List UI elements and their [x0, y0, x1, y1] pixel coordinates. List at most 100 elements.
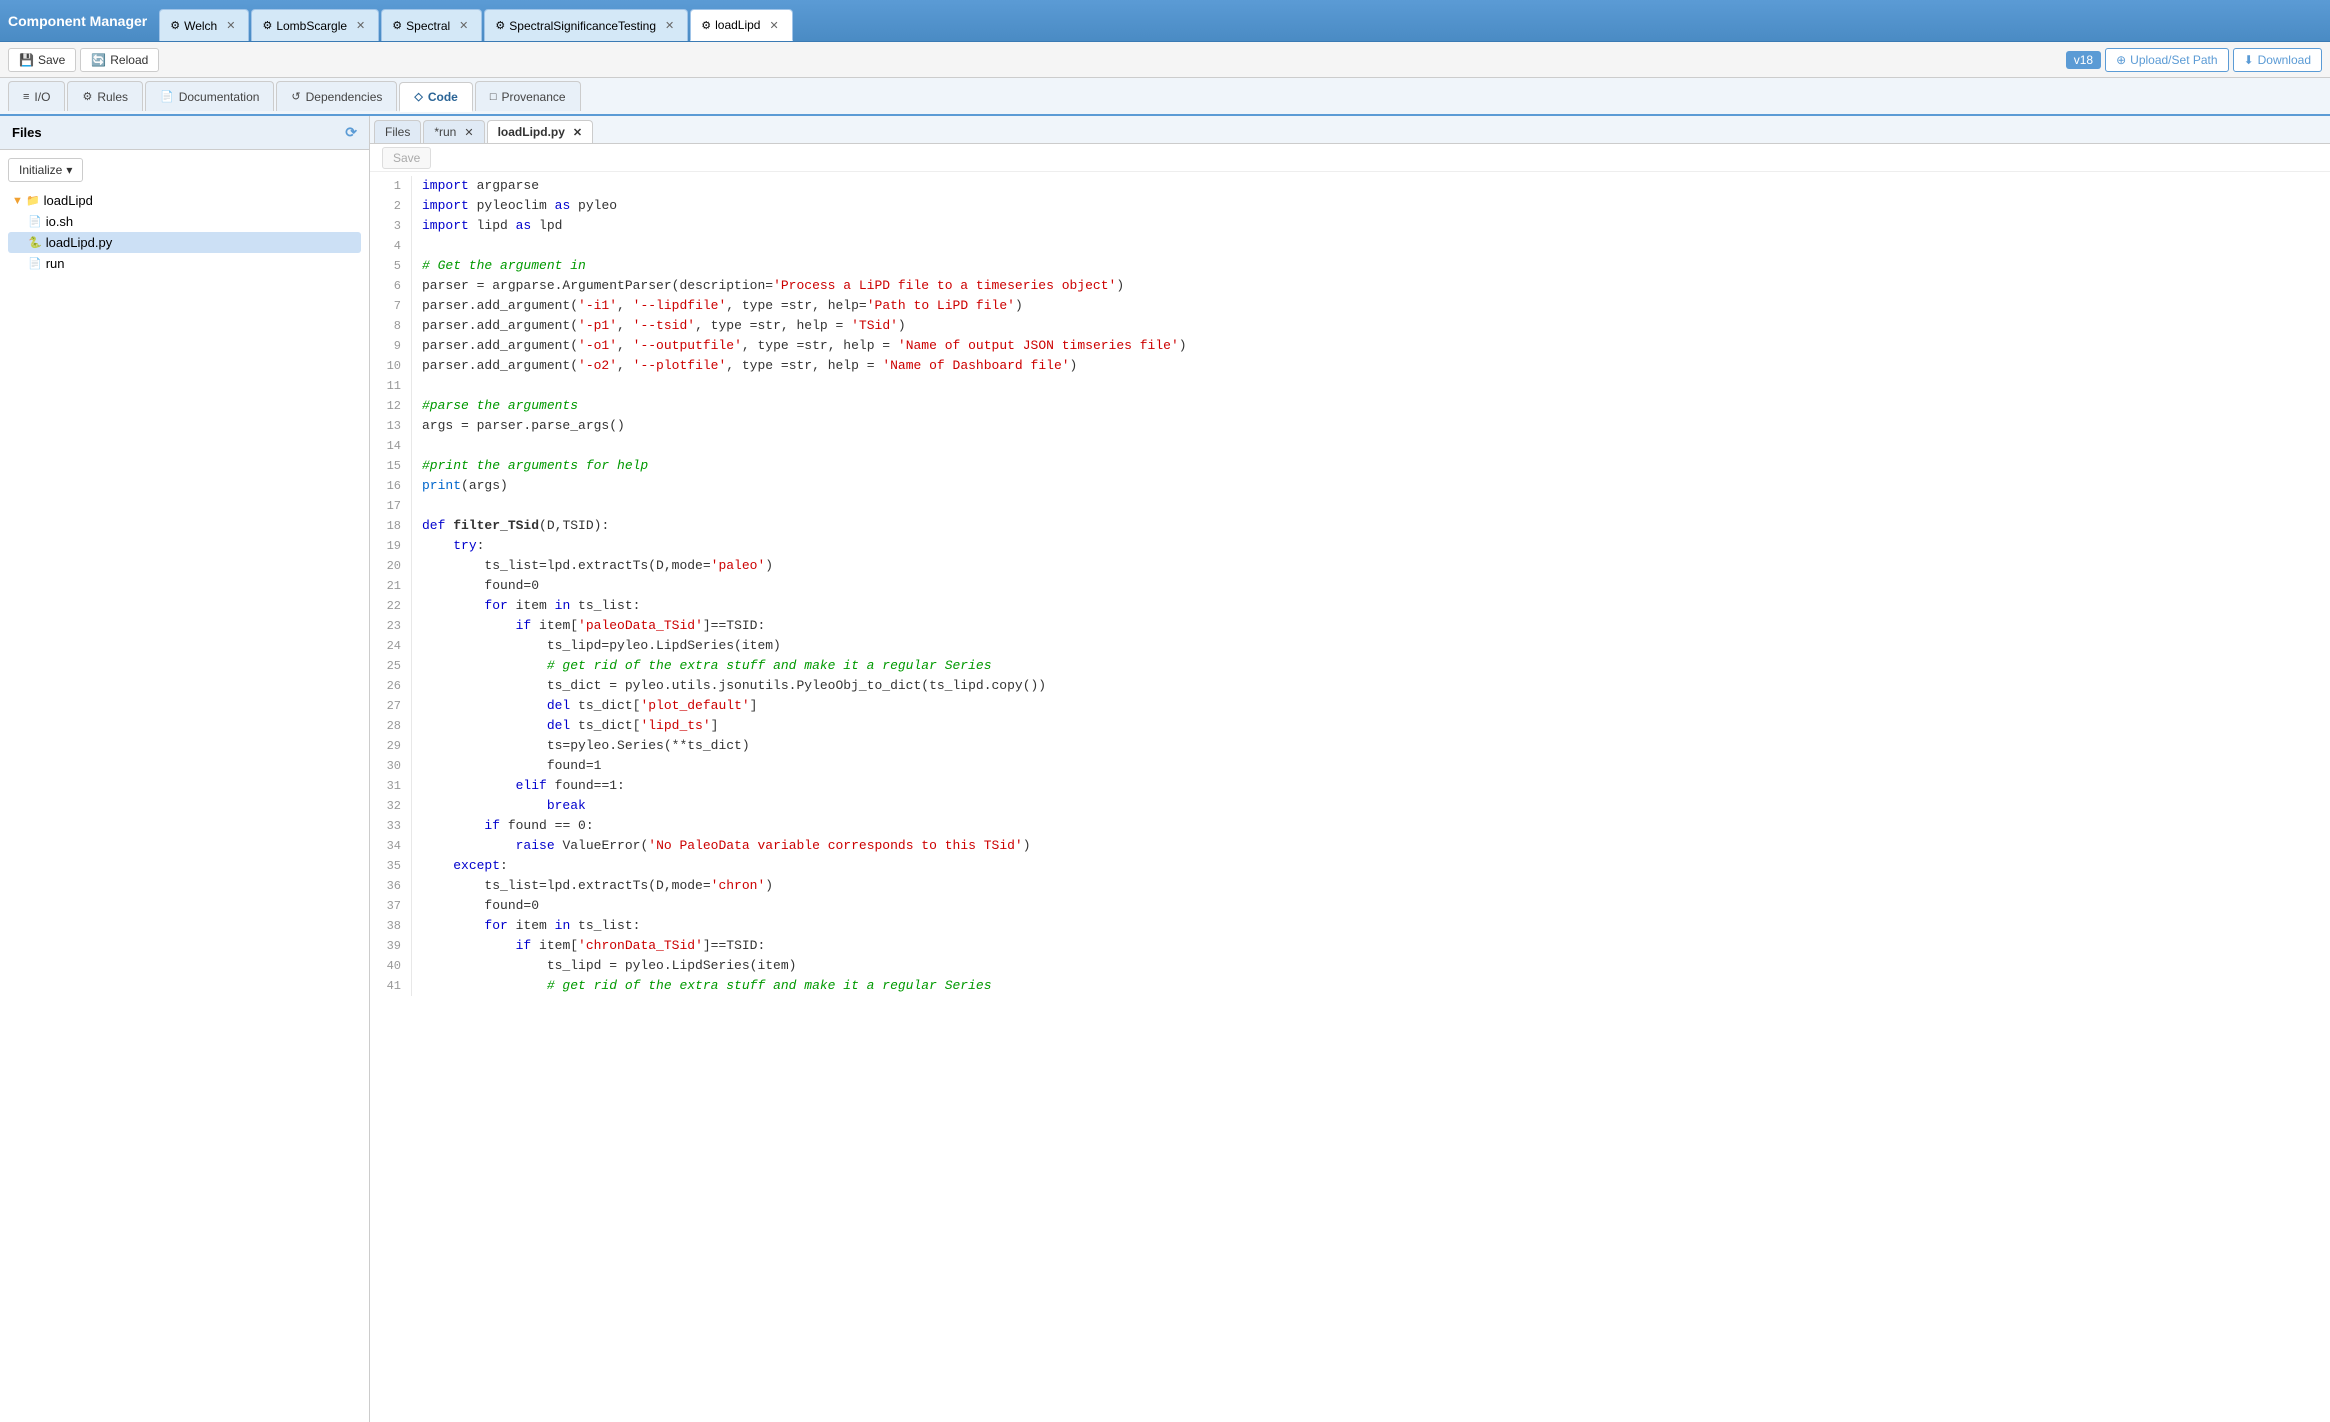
line-number-2: 2 [370, 196, 412, 216]
code-tab-run[interactable]: *run✕ [423, 120, 484, 143]
line-content-20: ts_list=lpd.extractTs(D,mode='paleo') [422, 556, 773, 576]
code-line-22: 22 for item in ts_list: [370, 596, 2330, 616]
reload-button[interactable]: 🔄 Reload [80, 48, 159, 72]
sidebar: Files ⟳ Initialize ▾ ▼ 📁loadLipd📄io.sh🐍l… [0, 116, 370, 1422]
code-line-11: 11 [370, 376, 2330, 396]
line-content-28: del ts_dict['lipd_ts'] [422, 716, 718, 736]
tab-close-loadlipd[interactable]: ✕ [766, 18, 781, 33]
code-line-26: 26 ts_dict = pyleo.utils.jsonutils.Pyleo… [370, 676, 2330, 696]
line-number-40: 40 [370, 956, 412, 976]
line-number-23: 23 [370, 616, 412, 636]
line-content-3: import lipd as lpd [422, 216, 562, 236]
code-line-3: 3 import lipd as lpd [370, 216, 2330, 236]
initialize-button[interactable]: Initialize ▾ [8, 158, 83, 182]
code-tab-files[interactable]: Files [374, 120, 421, 143]
line-content-24: ts_lipd=pyleo.LipdSeries(item) [422, 636, 781, 656]
download-icon: ⬇ [2244, 53, 2254, 67]
code-save-button[interactable]: Save [382, 147, 431, 169]
nav-tab-icon-provenance: □ [490, 91, 497, 103]
code-line-25: 25 # get rid of the extra stuff and make… [370, 656, 2330, 676]
line-number-41: 41 [370, 976, 412, 996]
nav-tab-icon-code: ◇ [414, 90, 422, 103]
tree-label-loadlipd-py: loadLipd.py [46, 235, 113, 250]
tab-icon-lombscargle: ⚙ [262, 19, 272, 32]
code-line-6: 6parser = argparse.ArgumentParser(descri… [370, 276, 2330, 296]
tree-label-run: run [46, 256, 65, 271]
code-toolbar: Save [370, 144, 2330, 172]
nav-tab-icon-documentation: 📄 [160, 90, 174, 103]
tab-icon-spectralsig: ⚙ [495, 19, 505, 32]
nav-tab-dependencies[interactable]: ↺Dependencies [276, 81, 397, 111]
upload-button[interactable]: ⊕ Upload/Set Path [2105, 48, 2228, 72]
nav-tab-label-code: Code [428, 90, 458, 104]
line-content-9: parser.add_argument('-o1', '--outputfile… [422, 336, 1187, 356]
nav-tab-icon-io: ≡ [23, 91, 29, 103]
tab-close-spectralsig[interactable]: ✕ [662, 18, 677, 33]
upload-icon: ⊕ [2116, 53, 2126, 67]
line-number-31: 31 [370, 776, 412, 796]
nav-tab-provenance[interactable]: □Provenance [475, 81, 581, 111]
line-content-37: found=0 [422, 896, 539, 916]
nav-tab-rules[interactable]: ⚙Rules [67, 81, 143, 111]
tab-spectral[interactable]: ⚙Spectral✕ [381, 9, 482, 41]
line-number-1: 1 [370, 176, 412, 196]
code-line-5: 5# Get the argument in [370, 256, 2330, 276]
line-content-41: # get rid of the extra stuff and make it… [422, 976, 992, 996]
line-content-13: args = parser.parse_args() [422, 416, 625, 436]
line-number-39: 39 [370, 936, 412, 956]
code-line-18: 18 def filter_TSid(D,TSID): [370, 516, 2330, 536]
code-area: Files*run✕loadLipd.py✕ Save 1import argp… [370, 116, 2330, 1422]
code-tab-close-loadlipd-py[interactable]: ✕ [573, 126, 582, 139]
line-number-3: 3 [370, 216, 412, 236]
tree-item-loadlipd-folder[interactable]: ▼ 📁loadLipd [8, 190, 361, 211]
line-number-4: 4 [370, 236, 412, 256]
code-tab-loadlipd-py[interactable]: loadLipd.py✕ [487, 120, 594, 143]
tree-item-run[interactable]: 📄run [8, 253, 361, 274]
nav-tab-code[interactable]: ◇ Code [399, 82, 472, 112]
tab-close-welch[interactable]: ✕ [223, 18, 238, 33]
code-editor[interactable]: 1import argparse2import pyleoclim as pyl… [370, 172, 2330, 1422]
line-content-18: def filter_TSid(D,TSID): [422, 516, 609, 536]
tab-loadlipd[interactable]: ⚙loadLipd✕ [690, 9, 792, 41]
line-number-10: 10 [370, 356, 412, 376]
code-line-29: 29 ts=pyleo.Series(**ts_dict) [370, 736, 2330, 756]
tab-label-lombscargle: LombScargle [276, 19, 347, 33]
tab-close-lombscargle[interactable]: ✕ [353, 18, 368, 33]
file-py-icon-loadlipd-py: 🐍 [28, 236, 42, 249]
code-line-34: 34 raise ValueError('No PaleoData variab… [370, 836, 2330, 856]
tab-spectralsig[interactable]: ⚙SpectralSignificanceTesting✕ [484, 9, 688, 41]
code-tab-close-run[interactable]: ✕ [464, 126, 473, 139]
tab-lombscargle[interactable]: ⚙ LombScargle ✕ [251, 9, 379, 41]
nav-tab-icon-rules: ⚙ [82, 90, 92, 103]
tab-close-spectral[interactable]: ✕ [456, 18, 471, 33]
line-number-12: 12 [370, 396, 412, 416]
line-content-21: found=0 [422, 576, 539, 596]
line-number-11: 11 [370, 376, 412, 396]
line-number-16: 16 [370, 476, 412, 496]
line-content-7: parser.add_argument('-i1', '--lipdfile',… [422, 296, 1023, 316]
line-number-18: 18 [370, 516, 412, 536]
code-line-20: 20 ts_list=lpd.extractTs(D,mode='paleo') [370, 556, 2330, 576]
nav-tab-io[interactable]: ≡I/O [8, 81, 65, 111]
tab-welch[interactable]: ⚙Welch✕ [159, 9, 249, 41]
tree-label-io-sh: io.sh [46, 214, 73, 229]
save-button[interactable]: 💾 Save [8, 48, 76, 72]
line-content-25: # get rid of the extra stuff and make it… [422, 656, 992, 676]
sidebar-refresh-button[interactable]: ⟳ [345, 124, 357, 141]
tree-item-loadlipd-py[interactable]: 🐍 loadLipd.py [8, 232, 361, 253]
download-button[interactable]: ⬇ Download [2233, 48, 2322, 72]
nav-tab-icon-dependencies: ↺ [291, 90, 300, 103]
line-number-13: 13 [370, 416, 412, 436]
line-content-2: import pyleoclim as pyleo [422, 196, 617, 216]
code-line-15: 15#print the arguments for help [370, 456, 2330, 476]
line-number-7: 7 [370, 296, 412, 316]
title-bar: Component Manager ⚙Welch✕⚙LombScargle✕⚙S… [0, 0, 2330, 42]
save-icon: 💾 [19, 53, 34, 67]
code-line-2: 2 import pyleoclim as pyleo [370, 196, 2330, 216]
tree-item-io-sh[interactable]: 📄io.sh [8, 211, 361, 232]
nav-tab-documentation[interactable]: 📄Documentation [145, 81, 274, 111]
code-line-16: 16print(args) [370, 476, 2330, 496]
code-line-12: 12#parse the arguments [370, 396, 2330, 416]
line-number-24: 24 [370, 636, 412, 656]
line-content-26: ts_dict = pyleo.utils.jsonutils.PyleoObj… [422, 676, 1046, 696]
